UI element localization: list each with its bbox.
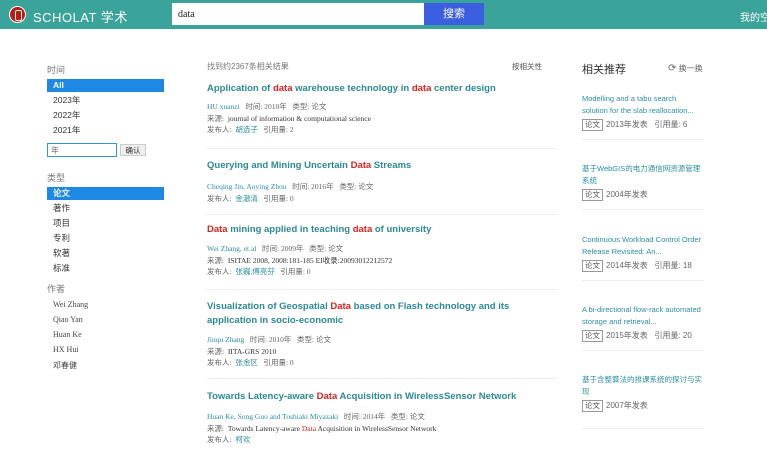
related-item-title[interactable]: Continuous Workload Control Order Releas…: [582, 234, 704, 257]
time-filter-2021[interactable]: 2021年: [47, 124, 164, 137]
author-filter-qiao-yan[interactable]: Qiao Yan: [53, 315, 83, 324]
result-authors[interactable]: Jinqu Zhang: [207, 335, 244, 344]
result-authors[interactable]: HU xuanzi: [207, 102, 240, 111]
related-item: A bi-directional flow-rack automated sto…: [582, 304, 704, 351]
confirm-year-button[interactable]: 确认: [120, 144, 146, 156]
refresh-button[interactable]: ⟳ 换一换: [668, 63, 703, 74]
result-title[interactable]: Querying and Mining Uncertain Data Strea…: [207, 159, 557, 173]
result-meta: Cheqing Jin, Aoying Zhou 时间: 2016年 类型: 论…: [207, 182, 374, 191]
related-item-title[interactable]: 基于含整算法的排课系统的探讨与实现: [582, 374, 704, 397]
result-source: 来源: IITA-GRS 2010: [207, 346, 277, 356]
author-filter-deng-chunjian[interactable]: 邓春健: [53, 360, 77, 371]
result-publisher: 发布人: 张金区 引用量: 0: [207, 358, 294, 367]
result-title[interactable]: Application of data warehouse technology…: [207, 82, 557, 96]
time-facet-title: 时间: [47, 65, 66, 75]
sort-by-relevance[interactable]: 按相关性: [512, 61, 542, 72]
result-count: 找到约2367条相关结果: [207, 62, 289, 71]
author-filter-huan-ke[interactable]: Huan Ke: [53, 330, 82, 339]
related-item: 基于WebGIS的电力通信网资源管理系统 论文 2004年发表: [582, 163, 704, 210]
publisher-link[interactable]: 柯欢: [235, 435, 250, 444]
type-filter-paper[interactable]: 论文: [47, 187, 164, 200]
year-input[interactable]: [47, 143, 117, 157]
type-filter-patent[interactable]: 专利: [47, 232, 164, 245]
result-source: 来源: journal of information & computation…: [207, 113, 371, 123]
type-tag: 论文: [582, 189, 603, 201]
result-title[interactable]: Visualization of Geospatial Data based o…: [207, 300, 557, 328]
result-meta: HU xuanzi 时间: 2010年 类型: 论文: [207, 102, 327, 111]
type-filter-standard[interactable]: 标准: [47, 262, 164, 275]
related-item: Continuous Workload Control Order Releas…: [582, 234, 704, 281]
related-item-title[interactable]: 基于WebGIS的电力通信网资源管理系统: [582, 163, 704, 186]
type-tag: 论文: [582, 400, 603, 412]
search-button[interactable]: 搜索: [424, 3, 484, 25]
time-filter-2023[interactable]: 2023年: [47, 94, 164, 107]
author-facet-title: 作者: [47, 284, 66, 294]
brand-title[interactable]: SCHOLAT 学术: [33, 7, 128, 26]
result-source: 来源: Towards Latency-aware Data Acquisiti…: [207, 423, 437, 433]
result-title[interactable]: Data mining applied in teaching data of …: [207, 223, 557, 237]
time-filter-2022[interactable]: 2022年: [47, 109, 164, 122]
result-authors[interactable]: Huan Ke, Song Guo and Toshiaki Miyazaki: [207, 412, 338, 421]
result-publisher: 发布人: 胡选子 引用量: 2: [207, 125, 294, 134]
related-item-title[interactable]: Modelling and a tabu search solution for…: [582, 93, 704, 116]
result-item: Application of data warehouse technology…: [207, 82, 557, 149]
result-item: Towards Latency-aware Data Acquisition i…: [207, 390, 557, 458]
result-item: Querying and Mining Uncertain Data Strea…: [207, 159, 557, 215]
top-bar: SCHOLAT 学术 搜索 我的空: [0, 0, 767, 29]
result-title[interactable]: Towards Latency-aware Data Acquisition i…: [207, 390, 557, 404]
type-tag: 论文: [582, 330, 603, 342]
result-publisher: 发布人: 张巍,傅亮芬 引用量: 0: [207, 267, 311, 276]
related-item: Modelling and a tabu search solution for…: [582, 93, 704, 140]
publisher-link[interactable]: 张金区: [235, 358, 258, 367]
type-filter-book[interactable]: 著作: [47, 202, 164, 215]
scholat-logo-icon[interactable]: [9, 6, 26, 23]
result-publisher: 发布人: 柯欢: [207, 435, 251, 444]
search-input[interactable]: [172, 3, 424, 25]
refresh-icon: ⟳: [668, 63, 677, 74]
author-filter-hx-hui[interactable]: HX Hui: [53, 345, 79, 354]
result-item: Data mining applied in teaching data of …: [207, 223, 557, 290]
result-meta: Huan Ke, Song Guo and Toshiaki Miyazaki …: [207, 412, 425, 421]
related-item-title[interactable]: A bi-directional flow-rack automated sto…: [582, 304, 704, 327]
type-filter-software[interactable]: 软著: [47, 247, 164, 260]
result-meta: Wei Zhang, et al 时间: 2009年 类型: 论文: [207, 244, 344, 253]
author-filter-wei-zhang[interactable]: Wei Zhang: [53, 300, 88, 309]
my-space-link[interactable]: 我的空: [740, 9, 767, 24]
type-facet-title: 类型: [47, 173, 66, 183]
result-item: Visualization of Geospatial Data based o…: [207, 300, 557, 379]
result-publisher: 发布人: 金澈清 引用量: 0: [207, 193, 294, 203]
publisher-link[interactable]: 张巍,傅亮芬: [235, 267, 274, 276]
result-authors[interactable]: Wei Zhang, et al: [207, 244, 256, 253]
result-meta: Jinqu Zhang 时间: 2010年 类型: 论文: [207, 335, 331, 344]
publisher-link[interactable]: 金澈清: [235, 194, 258, 203]
type-tag: 论文: [582, 119, 603, 131]
related-title: 相关推荐: [582, 64, 626, 76]
result-source: 来源: ISITAE 2008, 2008:181-185 EI收录:20093…: [207, 255, 393, 265]
result-authors[interactable]: Cheqing Jin, Aoying Zhou: [207, 182, 287, 191]
type-tag: 论文: [582, 260, 603, 272]
time-filter-all[interactable]: All: [47, 79, 164, 92]
publisher-link[interactable]: 胡选子: [235, 125, 258, 134]
type-filter-project[interactable]: 项目: [47, 217, 164, 230]
related-item: 基于含整算法的排课系统的探讨与实现 论文 2007年发表: [582, 374, 704, 429]
